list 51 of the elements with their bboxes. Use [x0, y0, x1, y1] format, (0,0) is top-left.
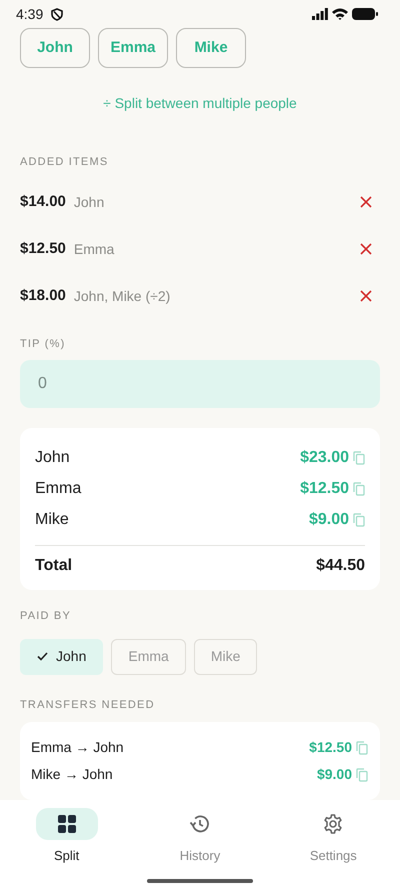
- tip-field[interactable]: 0: [20, 360, 380, 408]
- person-name: Emma: [35, 478, 82, 498]
- split-link[interactable]: ÷ Split between multiple people: [103, 93, 297, 114]
- person-amount: $9.00: [308, 510, 349, 530]
- payer-button[interactable]: John: [20, 638, 104, 674]
- item-amount: $14.00: [20, 192, 66, 212]
- nav-tab[interactable]: History: [144, 808, 255, 866]
- copy-icon[interactable]: [356, 740, 368, 754]
- total-label: Total: [35, 556, 72, 576]
- check-icon: [37, 652, 48, 661]
- tip-label: TIP (%): [20, 336, 66, 352]
- copy-icon[interactable]: [353, 450, 365, 464]
- delete-icon[interactable]: [360, 196, 372, 208]
- nav-tab[interactable]: Split: [12, 808, 122, 866]
- total-amount: $44.50: [316, 556, 365, 576]
- payer-button[interactable]: Mike: [194, 638, 258, 674]
- shield-icon: [51, 8, 64, 20]
- copy-icon[interactable]: [353, 482, 365, 496]
- transfer-amount: $12.50: [309, 738, 352, 757]
- history-icon: [188, 813, 211, 835]
- person-amount: $12.50: [300, 478, 349, 498]
- transfer-text: Mike → John: [31, 765, 113, 784]
- section-heading: TRANSFERS NEEDED: [20, 698, 156, 712]
- item-people: John: [74, 192, 106, 212]
- signal-icon: [312, 8, 328, 20]
- item-amount: $12.50: [20, 238, 66, 259]
- person-name: Mike: [35, 510, 69, 530]
- settings-icon: [322, 813, 344, 835]
- person-name: John: [35, 448, 70, 468]
- person-button[interactable]: John: [20, 28, 90, 68]
- person-button[interactable]: Mike: [176, 28, 246, 68]
- payer-button[interactable]: Emma: [111, 638, 186, 674]
- person-button[interactable]: Emma: [98, 28, 168, 68]
- nav-tab[interactable]: Settings: [278, 808, 388, 866]
- section-heading: PAID BY: [20, 609, 72, 624]
- delete-icon[interactable]: [360, 290, 372, 302]
- section-heading: ADDED ITEMS: [20, 155, 110, 170]
- transfer-amount: $9.00: [316, 765, 352, 784]
- battery-icon: [352, 8, 378, 20]
- delete-icon[interactable]: [360, 243, 372, 255]
- item-people: Emma: [74, 240, 116, 258]
- wifi-icon: [332, 8, 348, 20]
- person-amount: $23.00: [300, 448, 349, 468]
- home-indicator[interactable]: [147, 879, 253, 884]
- transfer-text: Emma → John: [31, 738, 124, 757]
- copy-icon[interactable]: [356, 768, 368, 782]
- copy-icon[interactable]: [353, 512, 365, 526]
- item-amount: $18.00: [20, 286, 66, 306]
- status-time: 4:39: [16, 4, 44, 24]
- item-people: John, Mike (÷2): [74, 286, 172, 306]
- grid-icon: [56, 814, 77, 834]
